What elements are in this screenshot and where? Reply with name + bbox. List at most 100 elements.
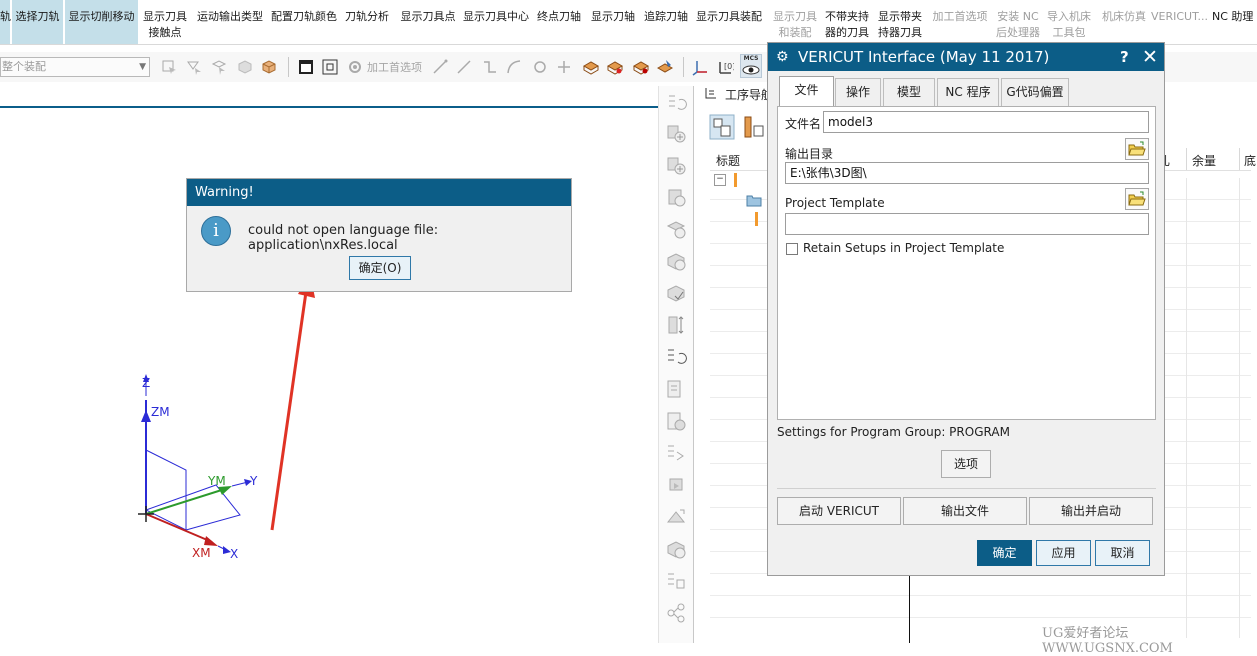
- ribbon-item-tool-with-holder[interactable]: 显示带夹 持器刀具: [875, 0, 925, 44]
- edit-display-icon[interactable]: [656, 58, 674, 76]
- retain-setups-label: Retain Setups in Project Template: [803, 241, 1005, 255]
- line-tool-icon[interactable]: [431, 58, 449, 76]
- create-operation-icon[interactable]: [665, 250, 687, 272]
- point-snap-icon[interactable]: [531, 58, 549, 76]
- ribbon-item-install-nc-post[interactable]: 安装 NC 后处理器: [994, 0, 1042, 44]
- feature-select-icon[interactable]: [210, 58, 228, 76]
- tab-file[interactable]: 文件: [779, 76, 834, 107]
- output-dir-browse-button[interactable]: [1125, 138, 1149, 160]
- tab-nc-program[interactable]: NC 程序: [937, 78, 999, 106]
- ribbon-item-motion-output-type[interactable]: 运动输出类型: [195, 0, 265, 44]
- column-divider: [1186, 148, 1187, 170]
- ribbon-item-machine-simulation[interactable]: 机床仿真: [1099, 0, 1149, 44]
- display-blank-icon[interactable]: [582, 58, 600, 76]
- ribbon-item-trace-tool-axis[interactable]: 追踪刀轴: [642, 0, 690, 44]
- create-geometry-icon[interactable]: [665, 186, 687, 208]
- verify-icon[interactable]: [665, 282, 687, 304]
- mcs-icon[interactable]: MCS: [740, 54, 762, 78]
- ribbon-item-show-tool-point[interactable]: 显示刀具点: [398, 0, 458, 44]
- perpendicular-icon[interactable]: [555, 58, 573, 76]
- mcs-eye-icon: [742, 65, 760, 75]
- feature-tree-icon[interactable]: [665, 602, 687, 624]
- ribbon-item-show-tool-assembly[interactable]: 显示刀具装配: [694, 0, 764, 44]
- ribbon-item-show-tool-center[interactable]: 显示刀具中心: [461, 0, 531, 44]
- settings-program-group-text: Settings for Program Group: PROGRAM: [777, 425, 1010, 439]
- tool-length-icon[interactable]: [665, 314, 687, 336]
- line-tool-icon-2[interactable]: [455, 58, 473, 76]
- output-and-start-button[interactable]: 输出并启动: [1029, 497, 1153, 525]
- ribbon-item-tool-without-holder[interactable]: 不带夹持 器的刀具: [822, 0, 872, 44]
- workpiece-icon[interactable]: [665, 538, 687, 560]
- output-file-button[interactable]: 输出文件: [903, 497, 1027, 525]
- ribbon-item-show-cut-moves[interactable]: 显示切削移动: [65, 0, 138, 44]
- display-geometry-icon[interactable]: [606, 58, 624, 76]
- ribbon-item-machining-preferences[interactable]: 加工首选项: [930, 0, 990, 44]
- column-divider-2: [1239, 148, 1240, 170]
- apply-button[interactable]: 应用: [1036, 540, 1091, 566]
- start-vericut-button[interactable]: 启动 VERICUT: [777, 497, 901, 525]
- create-method-icon[interactable]: [665, 218, 687, 240]
- tab-operations[interactable]: 操作: [835, 78, 881, 106]
- program-view-icon[interactable]: [709, 114, 735, 140]
- sash-divider[interactable]: [909, 574, 910, 643]
- lasso-select-icon[interactable]: [185, 58, 203, 76]
- ribbon-item-import-machine-kit[interactable]: 导入机床 工具包: [1045, 0, 1093, 44]
- ribbon-item-toolpath-analysis[interactable]: 刀轨分析: [343, 0, 391, 44]
- ribbon-item-toolpath-color[interactable]: 配置刀轨颜色: [269, 0, 339, 44]
- close-icon[interactable]: ✕: [1142, 43, 1158, 71]
- ribbon-item-show-tool-contact[interactable]: 显示刀具 接触点: [140, 0, 190, 44]
- tab-model[interactable]: 模型: [883, 78, 935, 106]
- project-template-input[interactable]: [785, 213, 1149, 235]
- wcs-icon[interactable]: [692, 58, 710, 76]
- body-select-icon[interactable]: [236, 58, 254, 76]
- regenerate-icon[interactable]: [665, 346, 687, 368]
- transform-icon[interactable]: [665, 506, 687, 528]
- vericut-interface-dialog: ⚙ VERICUT Interface (May 11 2017) ? ✕ 文件…: [767, 42, 1165, 576]
- create-tool-icon[interactable]: [665, 154, 687, 176]
- display-stock-icon[interactable]: [632, 58, 650, 76]
- options-button[interactable]: 选项: [941, 450, 991, 478]
- cancel-button[interactable]: 取消: [1095, 540, 1150, 566]
- column-header-stock[interactable]: 余量: [1192, 152, 1216, 169]
- assembly-filter-select[interactable]: 整个装配 ▼: [0, 57, 150, 77]
- ribbon-item-toolpath-partial[interactable]: 轨: [0, 0, 11, 44]
- file-name-input[interactable]: model3: [823, 111, 1149, 133]
- arc-tool-icon[interactable]: [505, 58, 523, 76]
- help-icon[interactable]: ?: [1120, 43, 1129, 71]
- ribbon-item-vericut[interactable]: VERICUT...: [1151, 0, 1208, 44]
- resource-bar: [658, 86, 694, 643]
- ok-button[interactable]: 确定: [977, 540, 1032, 566]
- tool-view-icon[interactable]: [742, 114, 768, 140]
- warning-ok-button[interactable]: 确定(O): [349, 256, 411, 280]
- project-template-browse-button[interactable]: [1125, 188, 1149, 210]
- view-frame-icon[interactable]: [297, 58, 315, 76]
- settings-icon[interactable]: [346, 58, 364, 76]
- ribbon-item-show-tool-axis[interactable]: 显示刀轴: [589, 0, 637, 44]
- simulate-icon[interactable]: [665, 474, 687, 496]
- xm-axis-label: XM: [192, 546, 211, 560]
- column-header-name[interactable]: 标题: [716, 152, 740, 169]
- curve-tool-icon[interactable]: [481, 58, 499, 76]
- refresh-icon[interactable]: [665, 92, 687, 114]
- select-filter-icon[interactable]: [160, 58, 178, 76]
- ribbon-item-select-toolpath[interactable]: 选择刀轨: [12, 0, 63, 44]
- component-select-icon[interactable]: [260, 58, 278, 76]
- create-program-icon[interactable]: [665, 122, 687, 144]
- tab-gcode-offset[interactable]: G代码偏置: [1001, 78, 1069, 106]
- retain-setups-checkbox[interactable]: [786, 243, 798, 255]
- ym-axis-label: YM: [207, 474, 226, 488]
- column-header-floor[interactable]: 底: [1244, 152, 1256, 169]
- output-dir-input[interactable]: E:\张伟\3D图\: [785, 162, 1149, 184]
- machining-preferences-label[interactable]: 加工首选项: [367, 59, 422, 75]
- fit-view-icon[interactable]: [321, 58, 339, 76]
- ribbon-item-show-tool-and-assembly[interactable]: 显示刀具 和装配: [770, 0, 820, 44]
- output-icon[interactable]: [665, 570, 687, 592]
- navigator-column-line-2: [1239, 178, 1240, 638]
- output-cls-icon[interactable]: [665, 442, 687, 464]
- shop-doc-icon[interactable]: [665, 410, 687, 432]
- post-process-icon[interactable]: [665, 378, 687, 400]
- tree-collapse-toggle[interactable]: −: [714, 174, 726, 186]
- ribbon-item-nc-assistant[interactable]: NC 助理: [1212, 0, 1257, 44]
- csys-icon[interactable]: [0]: [716, 58, 734, 76]
- ribbon-item-end-tool-axis[interactable]: 终点刀轴: [535, 0, 583, 44]
